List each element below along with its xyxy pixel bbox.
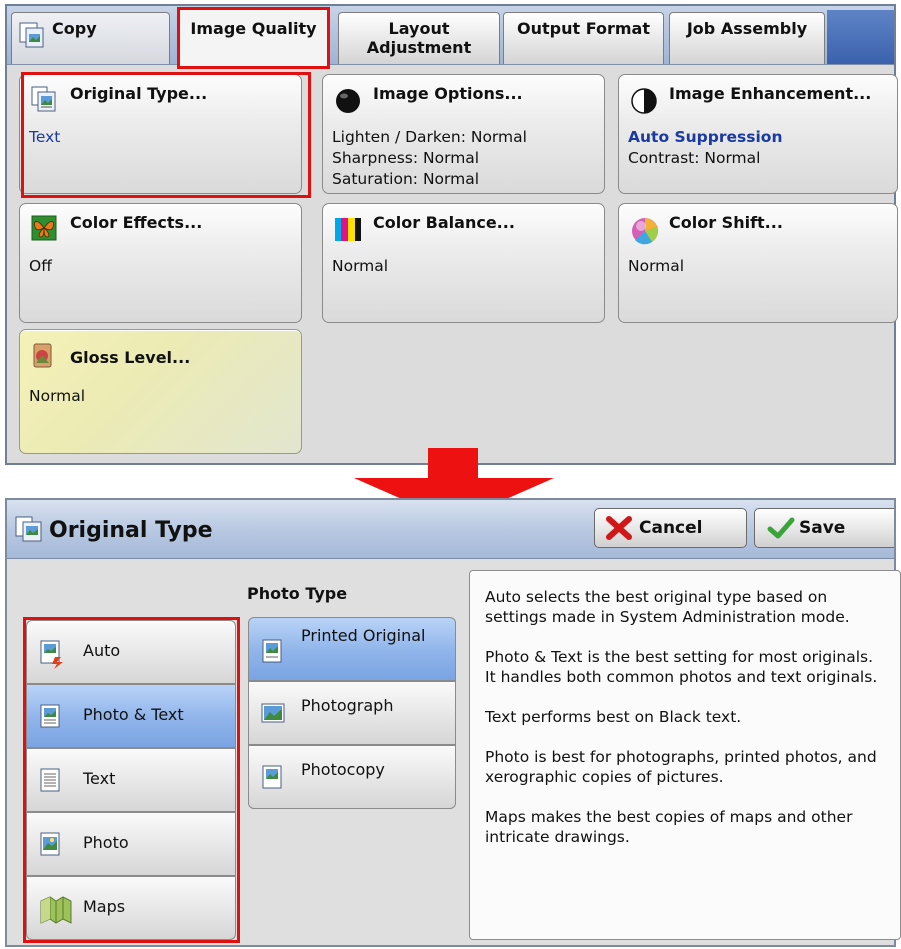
cancel-label: Cancel bbox=[639, 518, 703, 538]
image-enhancement-button[interactable]: Image Enhancement... Auto Suppression Co… bbox=[618, 74, 898, 194]
color-balance-icon bbox=[334, 215, 361, 241]
gloss-level-line: Normal bbox=[29, 387, 86, 405]
dialog-title: Original Type bbox=[49, 518, 213, 543]
original-type-icon bbox=[31, 86, 57, 112]
gloss-level-title: Gloss Level... bbox=[70, 348, 191, 367]
type-photo-text-button[interactable]: Photo & Text bbox=[26, 684, 236, 748]
image-options-line: Sharpness: Normal bbox=[332, 149, 480, 167]
color-effects-title: Color Effects... bbox=[70, 213, 203, 232]
tab-layout-adjustment-label: Layout Adjustment bbox=[366, 19, 472, 57]
image-enhancement-line: Auto Suppression bbox=[628, 128, 783, 146]
type-maps-label: Maps bbox=[83, 897, 126, 916]
color-shift-title: Color Shift... bbox=[669, 213, 783, 232]
photo-type-printed-original-button[interactable]: Printed Original bbox=[248, 617, 456, 681]
tab-image-quality-label: Image Quality bbox=[190, 19, 317, 38]
cancel-button[interactable]: Cancel bbox=[594, 508, 747, 548]
type-photo-label: Photo bbox=[83, 833, 129, 852]
type-photo-button[interactable]: Photo bbox=[26, 812, 236, 876]
image-enhancement-title: Image Enhancement... bbox=[669, 84, 872, 103]
image-options-line: Lighten / Darken: Normal bbox=[332, 128, 527, 146]
photograph-label: Photograph bbox=[301, 696, 394, 715]
tab-bar-fill bbox=[827, 10, 894, 64]
type-text-label: Text bbox=[83, 769, 116, 788]
tab-job-assembly-label: Job Assembly bbox=[686, 19, 808, 38]
tab-copy-label: Copy bbox=[52, 19, 97, 38]
color-balance-button[interactable]: Color Balance... Normal bbox=[322, 203, 605, 323]
image-options-title: Image Options... bbox=[373, 84, 523, 103]
description-panel: Auto selects the best original type base… bbox=[469, 570, 901, 940]
gloss-level-values: Normal bbox=[29, 386, 85, 407]
original-type-value-line: Text bbox=[29, 128, 61, 146]
butterfly-icon bbox=[31, 215, 57, 241]
image-options-line: Saturation: Normal bbox=[332, 170, 480, 188]
color-shift-button[interactable]: Color Shift... Normal bbox=[618, 203, 898, 323]
color-shift-values: Normal bbox=[628, 256, 684, 277]
copy-settings-panel: Copy Image Quality Layout Adjustment Out… bbox=[5, 4, 898, 465]
checkmark-icon bbox=[767, 516, 795, 545]
image-options-icon bbox=[334, 86, 360, 113]
tab-output-format-label: Output Format bbox=[517, 19, 650, 38]
description-paragraph: Photo & Text is the best setting for mos… bbox=[485, 648, 878, 686]
original-type-title: Original Type... bbox=[70, 84, 208, 103]
original-type-dialog: Original Type Cancel Save Photo Type Aut… bbox=[5, 498, 901, 947]
photocopy-label: Photocopy bbox=[301, 760, 385, 779]
gloss-level-button[interactable]: Gloss Level... Normal bbox=[19, 329, 302, 454]
image-options-values: Lighten / Darken: Normal Sharpness: Norm… bbox=[332, 127, 527, 190]
map-icon bbox=[39, 893, 73, 929]
type-auto-button[interactable]: Auto bbox=[26, 620, 236, 684]
image-enhancement-icon bbox=[630, 86, 657, 114]
tab-copy[interactable]: Copy bbox=[11, 12, 170, 64]
color-effects-button[interactable]: Color Effects... Off bbox=[19, 203, 302, 323]
tab-layout-adjustment[interactable]: Layout Adjustment bbox=[338, 12, 500, 64]
tab-image-quality[interactable]: Image Quality bbox=[177, 8, 330, 68]
original-type-value: Text bbox=[29, 127, 60, 148]
cancel-x-icon bbox=[605, 515, 633, 546]
auto-icon bbox=[39, 639, 65, 673]
photo-type-heading: Photo Type bbox=[247, 584, 348, 603]
original-type-button[interactable]: Original Type... Text bbox=[19, 74, 302, 194]
color-balance-title: Color Balance... bbox=[373, 213, 515, 232]
type-photo-text-label: Photo & Text bbox=[83, 705, 184, 724]
gloss-level-icon bbox=[31, 343, 57, 369]
copy-icon bbox=[19, 22, 45, 52]
description-paragraph: Text performs best on Black text. bbox=[485, 708, 742, 726]
image-enhancement-line: Contrast: Normal bbox=[628, 149, 761, 167]
color-wheel-icon bbox=[630, 215, 658, 245]
image-enhancement-values: Auto Suppression Contrast: Normal bbox=[628, 127, 782, 169]
description-paragraph: Maps makes the best copies of maps and o… bbox=[485, 808, 853, 846]
type-auto-label: Auto bbox=[83, 641, 121, 660]
tab-bar: Copy Image Quality Layout Adjustment Out… bbox=[7, 6, 894, 68]
save-button[interactable]: Save bbox=[754, 508, 894, 548]
photograph-icon bbox=[261, 702, 287, 730]
description-paragraph: Auto selects the best original type base… bbox=[485, 588, 850, 626]
tab-job-assembly[interactable]: Job Assembly bbox=[669, 12, 825, 64]
photo-type-photograph-button[interactable]: Photograph bbox=[248, 681, 456, 745]
tab-output-format[interactable]: Output Format bbox=[503, 12, 664, 64]
color-effects-values: Off bbox=[29, 256, 52, 277]
type-text-button[interactable]: Text bbox=[26, 748, 236, 812]
printed-original-icon bbox=[261, 638, 285, 670]
type-maps-button[interactable]: Maps bbox=[26, 876, 236, 940]
photocopy-icon bbox=[261, 764, 285, 796]
color-shift-line: Normal bbox=[628, 257, 685, 275]
save-label: Save bbox=[799, 518, 846, 538]
printed-original-label: Printed Original bbox=[301, 626, 426, 645]
text-document-icon bbox=[39, 767, 63, 799]
original-type-icon bbox=[15, 516, 43, 546]
photo-icon bbox=[39, 831, 63, 863]
dialog-header: Original Type Cancel Save bbox=[7, 500, 894, 559]
photo-type-photocopy-button[interactable]: Photocopy bbox=[248, 745, 456, 809]
description-paragraph: Photo is best for photographs, printed p… bbox=[485, 748, 877, 786]
photo-text-icon bbox=[39, 703, 63, 735]
color-balance-line: Normal bbox=[332, 257, 389, 275]
color-effects-line: Off bbox=[29, 257, 52, 275]
color-balance-values: Normal bbox=[332, 256, 388, 277]
image-options-button[interactable]: Image Options... Lighten / Darken: Norma… bbox=[322, 74, 605, 194]
